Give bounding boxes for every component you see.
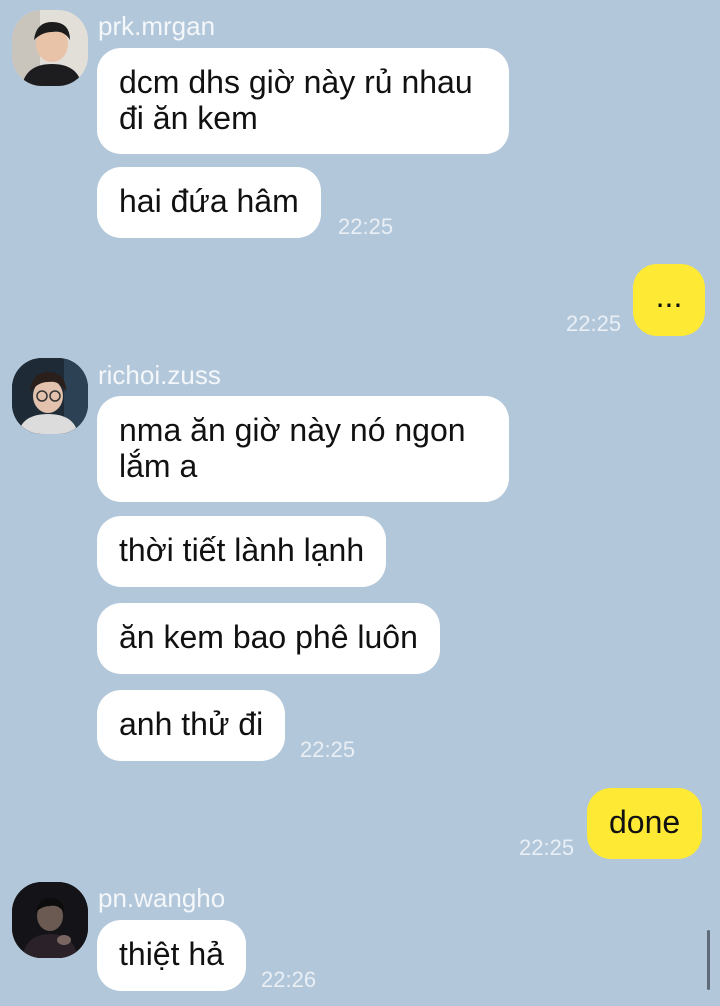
message-timestamp: 22:25 — [300, 737, 356, 762]
message-bubble[interactable]: thiệt hả — [97, 920, 246, 991]
profile-photo-icon — [12, 882, 88, 958]
message-bubble[interactable]: ăn kem bao phê luôn — [97, 603, 440, 674]
message-timestamp: 22:25 — [519, 835, 575, 860]
my-message-bubble[interactable]: ... — [633, 264, 705, 336]
message-bubble[interactable]: anh thử đi — [97, 690, 286, 761]
avatar-prk-mrgan[interactable] — [12, 10, 88, 86]
message-bubble[interactable]: thời tiết lành lạnh — [97, 516, 387, 587]
scrollbar-thumb[interactable] — [707, 930, 710, 990]
sender-name: pn.wangho — [98, 883, 226, 913]
profile-photo-icon — [12, 10, 88, 86]
message-timestamp: 22:25 — [338, 214, 394, 239]
my-message-bubble[interactable]: done — [587, 788, 703, 859]
message-timestamp: 22:25 — [566, 311, 622, 336]
profile-photo-icon — [12, 358, 88, 434]
message-timestamp: 22:26 — [261, 967, 317, 992]
message-bubble[interactable]: dcm dhs giờ này rủ nhau đi ăn kem — [97, 48, 509, 154]
avatar-pn-wangho[interactable] — [12, 882, 88, 958]
avatar-richoi-zuss[interactable] — [12, 358, 88, 434]
sender-name: prk.mrgan — [98, 11, 216, 41]
message-bubble[interactable]: nma ăn giờ này nó ngon lắm a — [97, 396, 509, 502]
message-bubble[interactable]: hai đứa hâm — [97, 167, 321, 238]
sender-name: richoi.zuss — [98, 360, 221, 390]
